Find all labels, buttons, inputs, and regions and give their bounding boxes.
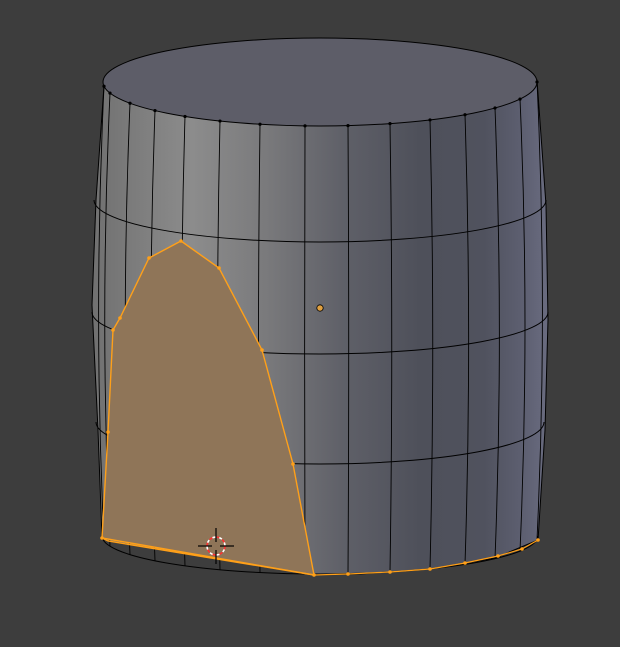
selected-vertex [217,266,221,270]
barrel-top-face[interactable] [102,37,538,127]
selected-vertex [536,538,540,542]
vertex [258,122,262,126]
vertex [153,108,157,113]
vertex [518,97,522,101]
vertex [108,91,112,95]
vertex [463,113,467,117]
vertex [428,118,432,122]
selected-vertex [388,570,392,574]
selected-vertex [118,316,122,320]
vertex [218,119,222,123]
selected-vertex [463,561,467,565]
selected-vertex [179,239,183,243]
viewport-canvas[interactable] [0,0,620,647]
selected-vertex [100,536,104,540]
selected-vertex [428,567,432,571]
vertex [128,101,132,105]
3d-viewport[interactable] [0,0,620,647]
vertex [493,106,497,110]
selected-vertex [106,430,110,434]
selected-vertex [496,554,500,558]
vertex [303,124,307,128]
vertex [183,114,187,119]
selected-vertex [520,547,524,551]
vertex [102,84,106,88]
selected-vertex [312,573,316,577]
vertex [346,124,350,128]
vertex [535,80,539,84]
selected-vertex [346,572,350,576]
vertex [388,122,392,126]
selected-vertex [111,328,115,332]
selected-vertex [147,256,151,260]
selected-vertex [260,348,264,352]
selected-vertex [291,462,295,466]
object-origin-icon[interactable] [316,304,324,312]
